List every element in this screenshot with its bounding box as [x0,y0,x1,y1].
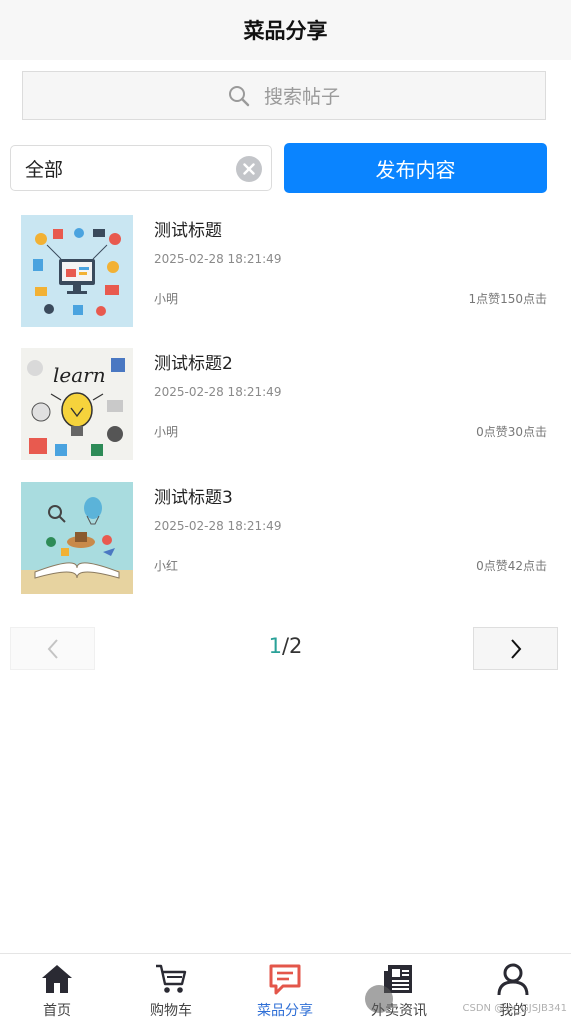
page-indicator: 1/2 [200,634,371,658]
post-date: 2025-02-28 18:21:49 [154,252,282,266]
search-input[interactable]: 搜索帖子 [22,71,546,120]
tab-home[interactable]: 首页 [0,954,114,1020]
search-icon [228,85,250,106]
post-item[interactable]: 测试标题3 2025-02-28 18:21:49 小红 0点赞42点击 [0,482,571,594]
category-select-value: 全部 [25,158,64,181]
post-stats: 0点赞30点击 [476,425,547,439]
tab-dish-share[interactable]: 菜品分享 [228,954,342,1020]
home-icon [42,965,72,993]
post-thumbnail[interactable] [21,482,133,594]
post-date: 2025-02-28 18:21:49 [154,519,282,533]
post-item[interactable]: learn 测试标题2 2025-02-28 18:21:49 小明 0点赞30… [0,348,571,460]
chevron-left-icon [47,638,58,659]
svg-text:learn: learn [53,363,106,387]
cart-icon [156,964,187,993]
current-page: 1 [268,634,282,658]
clear-icon[interactable] [236,156,262,182]
floating-indicator [365,985,393,1013]
page-title: 菜品分享 [243,19,328,43]
tab-label: 外卖资讯 [371,1003,427,1019]
post-author: 小明 [154,425,179,439]
post-item[interactable]: 测试标题 2025-02-28 18:21:49 小明 1点赞150点击 [0,215,571,327]
publish-button[interactable]: 发布内容 [284,143,547,193]
post-title[interactable]: 测试标题3 [154,483,233,508]
watermark: CSDN @vx_GJSJB341 [462,1003,567,1014]
tab-delivery-news[interactable]: 外卖资讯 [342,954,456,1020]
post-thumbnail[interactable] [21,215,133,327]
post-date: 2025-02-28 18:21:49 [154,385,282,399]
post-author: 小明 [154,292,179,306]
tab-label: 菜品分享 [257,1003,313,1019]
chat-icon [269,964,301,995]
tab-label: 购物车 [150,1003,192,1019]
search-placeholder: 搜索帖子 [263,86,340,108]
post-stats: 1点赞150点击 [468,292,547,306]
page-header: 菜品分享 [0,0,571,60]
tab-cart[interactable]: 购物车 [114,954,228,1020]
chevron-right-icon [510,638,521,659]
next-page-button[interactable] [473,627,558,670]
total-pages: /2 [281,634,303,658]
category-select[interactable]: 全部 [10,145,272,191]
post-title[interactable]: 测试标题 [154,216,222,241]
post-stats: 0点赞42点击 [476,559,547,573]
post-title[interactable]: 测试标题2 [154,349,233,374]
tab-label: 首页 [43,1003,71,1019]
previous-page-button[interactable] [10,627,95,670]
post-author: 小红 [154,559,179,573]
post-thumbnail[interactable]: learn [21,348,133,460]
user-icon [497,963,529,996]
